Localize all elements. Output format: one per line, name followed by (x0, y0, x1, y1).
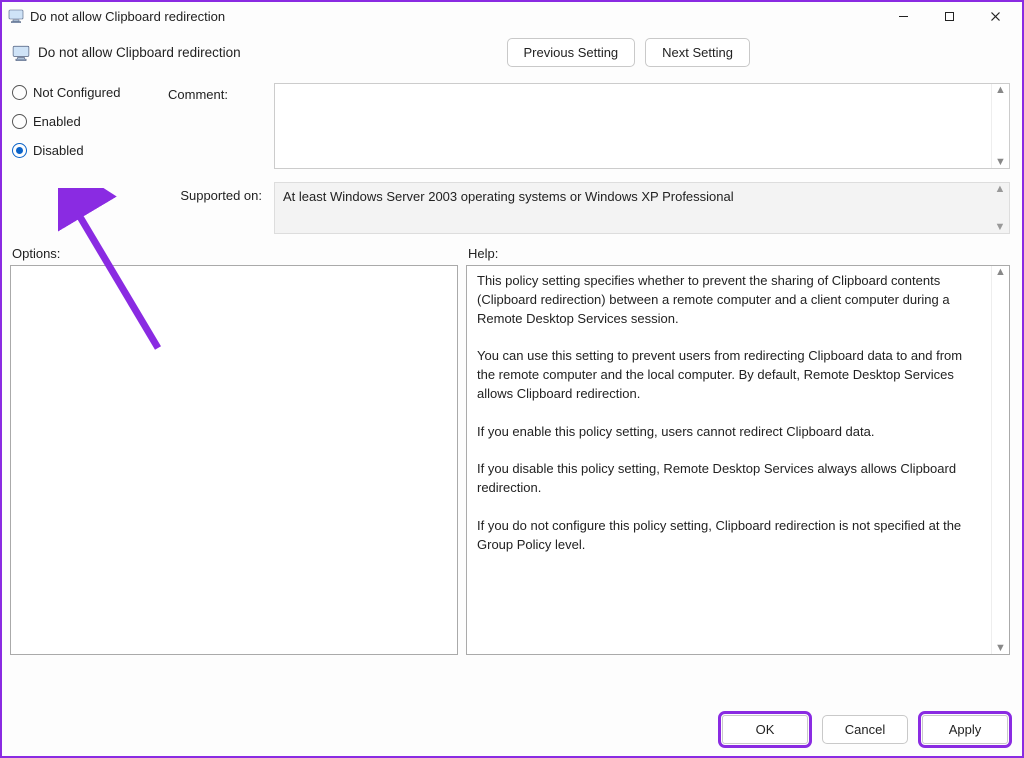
comment-textarea[interactable] (275, 84, 991, 168)
close-button[interactable] (972, 2, 1018, 30)
chevron-down-icon: ▼ (995, 642, 1006, 654)
gpo-monitor-icon (12, 44, 30, 62)
window-buttons (880, 2, 1018, 30)
help-label: Help: (468, 246, 498, 261)
cancel-button[interactable]: Cancel (822, 715, 908, 744)
comment-scrollbar[interactable]: ▲ ▼ (991, 84, 1009, 168)
upper-section: Not Configured Enabled Disabled Comment:… (2, 75, 1022, 172)
radio-label: Not Configured (33, 85, 120, 100)
chevron-up-icon: ▲ (995, 266, 1006, 278)
help-scrollbar[interactable]: ▲ ▼ (991, 266, 1009, 654)
radio-icon (12, 143, 27, 158)
help-pane: This policy setting specifies whether to… (466, 265, 1010, 655)
header-row: Do not allow Clipboard redirection Previ… (2, 30, 1022, 75)
ok-button[interactable]: OK (722, 715, 808, 744)
policy-title: Do not allow Clipboard redirection (38, 45, 241, 60)
minimize-button[interactable] (880, 2, 926, 30)
supported-on-value: At least Windows Server 2003 operating s… (275, 183, 991, 210)
window-title: Do not allow Clipboard redirection (30, 9, 880, 24)
chevron-down-icon: ▼ (995, 221, 1006, 233)
footer-buttons: OK Cancel Apply (722, 715, 1008, 744)
title-bar: Do not allow Clipboard redirection (2, 2, 1022, 30)
apply-button[interactable]: Apply (922, 715, 1008, 744)
options-label: Options: (12, 246, 468, 261)
state-radio-group: Not Configured Enabled Disabled (12, 79, 162, 172)
radio-icon (12, 114, 27, 129)
lower-panes: This policy setting specifies whether to… (2, 265, 1022, 655)
chevron-up-icon: ▲ (995, 183, 1006, 195)
lower-labels: Options: Help: (2, 234, 1022, 265)
chevron-up-icon: ▲ (995, 84, 1006, 96)
comment-field-wrap: ▲ ▼ (274, 83, 1010, 169)
gpo-monitor-icon (8, 8, 24, 24)
comment-label: Comment: (168, 79, 268, 102)
supported-on-box: At least Windows Server 2003 operating s… (274, 182, 1010, 234)
radio-label: Disabled (33, 143, 84, 158)
options-pane (10, 265, 458, 655)
nav-buttons: Previous Setting Next Setting (507, 38, 751, 67)
radio-enabled[interactable]: Enabled (12, 114, 162, 129)
radio-disabled[interactable]: Disabled (12, 143, 162, 158)
maximize-button[interactable] (926, 2, 972, 30)
help-text: This policy setting specifies whether to… (467, 266, 991, 654)
supported-on-label: Supported on: (12, 182, 268, 234)
supported-on-row: Supported on: At least Windows Server 20… (2, 172, 1022, 234)
previous-setting-button[interactable]: Previous Setting (507, 38, 636, 67)
next-setting-button[interactable]: Next Setting (645, 38, 750, 67)
radio-icon (12, 85, 27, 100)
radio-label: Enabled (33, 114, 81, 129)
supported-on-scrollbar[interactable]: ▲ ▼ (991, 183, 1009, 233)
radio-not-configured[interactable]: Not Configured (12, 85, 162, 100)
chevron-down-icon: ▼ (995, 156, 1006, 168)
